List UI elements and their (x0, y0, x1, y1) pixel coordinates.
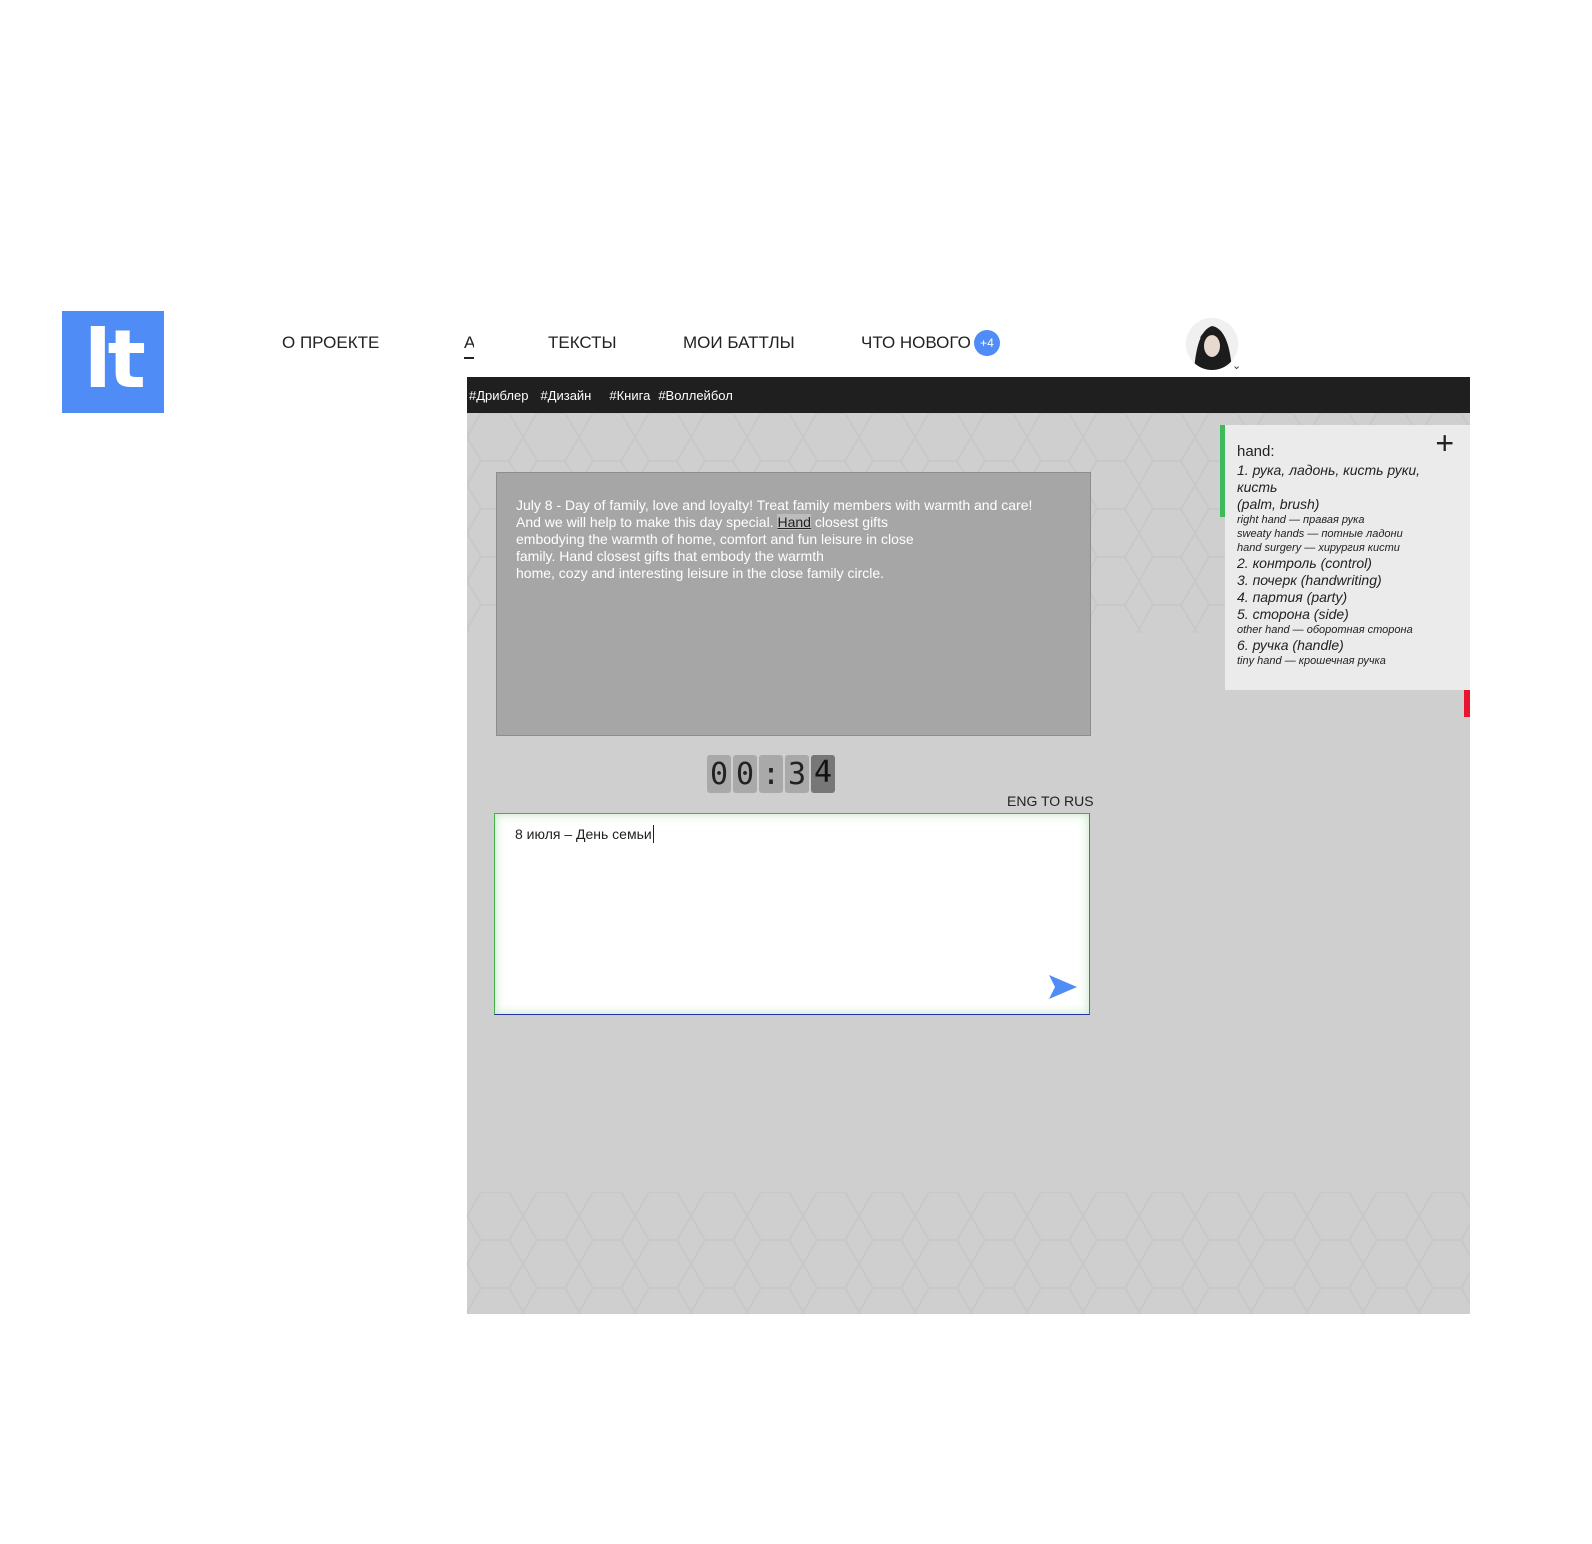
dictionary-sense: 2. контроль (control) (1237, 555, 1372, 571)
translation-direction[interactable]: ENG TO RUS (1007, 793, 1094, 809)
dictionary-example: tiny hand — крошечная ручка (1237, 655, 1386, 667)
chevron-down-icon[interactable]: ⌄ (1232, 359, 1241, 372)
tag-item[interactable]: #Дизайн (540, 388, 591, 403)
highlighted-word[interactable]: Hand (777, 514, 811, 530)
site-logo[interactable]: lt (62, 311, 164, 413)
dictionary-panel: + hand: 1. рука, ладонь, кисть руки, кис… (1225, 425, 1470, 690)
dictionary-example: right hand — правая рука (1237, 514, 1365, 526)
nav-about[interactable]: О ПРОЕКТЕ (282, 333, 379, 353)
translation-text[interactable]: 8 июля – День семьи (515, 825, 654, 843)
source-text-panel: July 8 - Day of family, love and loyalty… (496, 472, 1091, 736)
nav-my-battles[interactable]: МОИ БАТТЛЫ (683, 333, 795, 353)
source-line: family. Hand closest gifts that embody t… (516, 548, 824, 564)
source-line: And we will help to make this day specia… (516, 514, 888, 530)
translation-input[interactable]: 8 июля – День семьи (494, 813, 1090, 1015)
nav-whats-new[interactable]: ЧТО НОВОГО (861, 333, 971, 353)
dictionary-example: other hand — оборотная сторона (1237, 624, 1413, 636)
dictionary-sense: (palm, brush) (1237, 496, 1320, 512)
countdown-timer: 0 0 : 3 4 (707, 755, 835, 793)
send-arrow-icon[interactable] (1047, 973, 1079, 1006)
nav-texts[interactable]: ТЕКСТЫ (548, 333, 617, 353)
tag-bar: #Дриблер #Дизайн #Книга #Воллейбол (467, 377, 1470, 413)
news-count-badge: +4 (974, 330, 1000, 356)
nav-partial-item[interactable]: А (464, 333, 474, 359)
dictionary-sense: 5. сторона (side) (1237, 606, 1349, 622)
dictionary-example: sweaty hands — потные ладони (1237, 528, 1403, 540)
source-line: embodying the warmth of home, comfort an… (516, 531, 914, 547)
dictionary-sense: 6. ручка (handle) (1237, 637, 1344, 653)
timer-digit: 0 (733, 755, 757, 793)
tag-item[interactable]: #Дриблер (469, 388, 528, 403)
dictionary-word: hand: (1237, 443, 1275, 460)
timer-digit: 0 (707, 755, 731, 793)
dictionary-sense: 1. рука, ладонь, кисть руки, кисть (1237, 462, 1421, 495)
dictionary-example: hand surgery — хирургия кисти (1237, 542, 1400, 554)
logo-text: lt (84, 313, 146, 406)
timer-digit: 4 (811, 755, 835, 793)
plus-icon[interactable]: + (1435, 427, 1454, 459)
hex-pattern-background (467, 1192, 1470, 1314)
dictionary-sense: 3. почерк (handwriting) (1237, 572, 1382, 588)
source-line: home, cozy and interesting leisure in th… (516, 565, 885, 581)
text-caret (652, 825, 654, 843)
tag-item[interactable]: #Воллейбол (658, 388, 732, 403)
timer-separator: : (759, 755, 783, 793)
user-avatar[interactable] (1186, 318, 1238, 370)
dictionary-sense: 4. партия (party) (1237, 589, 1348, 605)
source-line: July 8 - Day of family, love and loyalty… (516, 497, 1033, 513)
tag-item[interactable]: #Книга (609, 388, 650, 403)
timer-digit: 3 (785, 755, 809, 793)
